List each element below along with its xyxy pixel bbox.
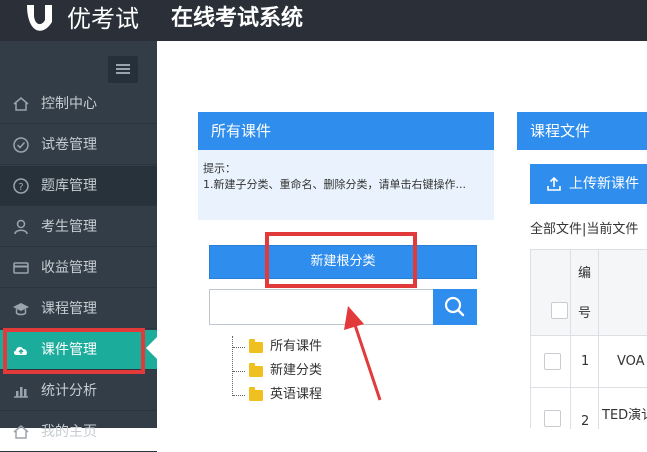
- sidebar-item-exam-papers[interactable]: 试卷管理: [0, 125, 157, 165]
- sidebar-item-question-bank[interactable]: ? 题库管理: [0, 166, 157, 206]
- menu-toggle-button[interactable]: [108, 56, 138, 83]
- tree-node-label: 新建分类: [270, 363, 323, 378]
- sidebar-item-examinees[interactable]: 考生管理: [0, 207, 157, 247]
- home-page-icon: [13, 425, 29, 439]
- folder-icon: [249, 339, 263, 353]
- question-circle-icon: ?: [13, 178, 29, 194]
- tree-node-label: 所有课件: [270, 339, 323, 354]
- upload-courseware-button[interactable]: 上传新课件: [530, 164, 647, 204]
- menu-bar-icon: [116, 68, 130, 70]
- tree-connector: [232, 336, 233, 396]
- folder-icon: [249, 363, 263, 377]
- column-header-number: 编: [578, 266, 592, 281]
- sidebar-item-my-homepage[interactable]: 我的主页: [0, 412, 157, 452]
- home-icon: [13, 97, 29, 111]
- graduation-cap-icon: [13, 303, 29, 316]
- sidebar-item-label: 统计分析: [41, 383, 97, 399]
- menu-bar-icon: [116, 64, 130, 66]
- annotation-highlight-box: [265, 232, 417, 288]
- sidebar-item-label: 控制中心: [41, 96, 97, 112]
- upload-button-label: 上传新课件: [569, 176, 639, 192]
- upload-icon: [547, 176, 561, 191]
- check-circle-icon: [13, 137, 29, 153]
- annotation-highlight-box: [3, 328, 145, 374]
- course-files-panel-title: 课程文件: [517, 112, 647, 150]
- sidebar-item-label: 课程管理: [41, 301, 97, 317]
- tips-box: 提示： 1.新建子分类、重命名、删除分类，请单击右键操作...: [198, 150, 494, 220]
- search-button[interactable]: [433, 289, 477, 325]
- column-header-number: 号: [578, 306, 592, 321]
- top-bar: 优考试 在线考试系统: [0, 0, 647, 41]
- sidebar-item-label: 收益管理: [41, 260, 97, 276]
- brand-name: 优考试: [67, 5, 139, 33]
- bar-chart-icon: [14, 387, 28, 398]
- row-checkbox[interactable]: [544, 410, 561, 427]
- user-icon: [14, 219, 28, 235]
- row-file-name[interactable]: VOA: [617, 354, 645, 369]
- system-title: 在线考试系统: [171, 6, 304, 31]
- row-number: 2: [581, 414, 590, 429]
- sidebar-item-label: 考生管理: [41, 219, 97, 235]
- active-item-pointer: [146, 337, 157, 359]
- tree-node-label: 英语课程: [270, 387, 323, 402]
- sidebar-item-control-center[interactable]: 控制中心: [0, 84, 157, 124]
- courseware-panel-title: 所有课件: [198, 112, 494, 150]
- sidebar-item-label: 题库管理: [41, 178, 97, 194]
- category-search-input[interactable]: [209, 289, 434, 325]
- row-checkbox[interactable]: [544, 353, 561, 370]
- logo-icon: [27, 5, 52, 31]
- row-file-name[interactable]: TED演讠: [602, 404, 647, 423]
- select-all-checkbox[interactable]: [551, 302, 568, 319]
- breadcrumb[interactable]: 全部文件|当前文件: [530, 218, 638, 237]
- sidebar-item-label: 我的主页: [41, 424, 97, 440]
- sidebar-item-label: 试卷管理: [41, 137, 97, 153]
- annotation-arrow: [344, 306, 382, 401]
- tips-heading: 提示：: [203, 162, 236, 175]
- svg-text:?: ?: [18, 182, 23, 193]
- sidebar-item-revenue[interactable]: 收益管理: [0, 248, 157, 288]
- sidebar-item-courses[interactable]: 课程管理: [0, 289, 157, 329]
- tips-text: 1.新建子分类、重命名、删除分类，请单击右键操作...: [203, 178, 466, 191]
- row-number: 1: [581, 354, 590, 369]
- sidebar-item-statistics[interactable]: 统计分析: [0, 371, 157, 411]
- menu-bar-icon: [116, 72, 130, 74]
- files-table: 编 号 1 VOA 2 TED演讠: [530, 249, 647, 429]
- credit-card-icon: [13, 262, 29, 274]
- folder-icon: [249, 387, 263, 401]
- search-icon: [444, 296, 465, 317]
